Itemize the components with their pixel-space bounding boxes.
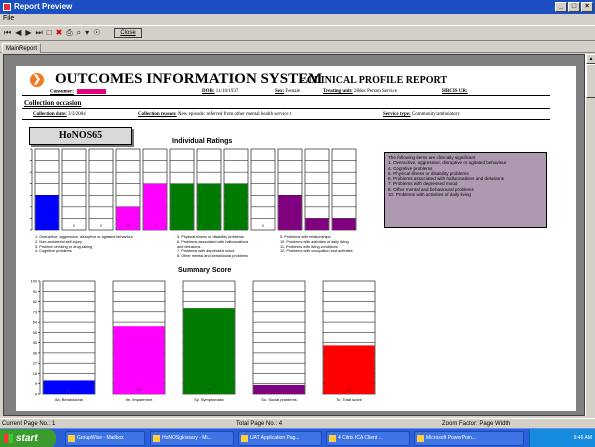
taskbar-item[interactable]: GroupWise - Mailbox bbox=[65, 431, 145, 446]
menu-bar: File bbox=[0, 14, 595, 24]
taskbar-item-label: HoNOSglossary - Mi... bbox=[162, 435, 212, 441]
consumer-field: Consumer: bbox=[50, 89, 106, 95]
legend-item: 10. Problems with activities of daily li… bbox=[388, 192, 471, 198]
word-icon bbox=[153, 435, 160, 442]
service-type-value: Community/ambulatory bbox=[411, 112, 460, 117]
dropdown-arrow-icon[interactable]: ▾ bbox=[85, 28, 89, 38]
next-page-icon[interactable]: ▶ bbox=[25, 28, 31, 38]
logo-icon: ❯ bbox=[30, 73, 44, 87]
divider bbox=[22, 95, 550, 96]
taskbar: start GroupWise - Mailbox HoNOSglossary … bbox=[0, 428, 595, 447]
taskbar-item[interactable]: UAT Application Pag... bbox=[238, 431, 322, 446]
window-title: Report Preview bbox=[14, 2, 73, 11]
chart-title-individual: Individual Ratings bbox=[172, 138, 233, 145]
collection-reason-field: Collection reason: New episode: referred… bbox=[138, 112, 291, 117]
mail-icon bbox=[68, 435, 75, 442]
unit-field: Treating unit: 28dec Person Service bbox=[323, 89, 397, 94]
export-icon[interactable]: □ bbox=[47, 28, 52, 38]
powerpoint-icon bbox=[417, 435, 424, 442]
prev-page-icon[interactable]: ◀ bbox=[15, 28, 21, 38]
windows-flag-icon bbox=[4, 434, 13, 443]
taskbar-item-label: Microsoft PowerPoin... bbox=[426, 435, 477, 441]
service-type-label: Service type: bbox=[383, 112, 411, 117]
app-icon bbox=[3, 3, 11, 11]
taskbar-item[interactable]: Microsoft PowerPoin... bbox=[414, 431, 524, 446]
divider bbox=[22, 119, 550, 120]
collection-date-label: Collection date: bbox=[33, 112, 67, 117]
maximize-button[interactable]: □ bbox=[568, 2, 580, 12]
redacted-name bbox=[76, 89, 106, 94]
taskbar-item[interactable]: 4 Citrix ICA Client ... bbox=[326, 431, 410, 446]
sex-value: Female bbox=[285, 89, 301, 94]
minimize-button[interactable]: _ bbox=[555, 2, 567, 12]
system-tray: 9:46 AM bbox=[529, 429, 595, 447]
taskbar-item-label: UAT Application Pag... bbox=[250, 435, 300, 441]
dob-field: DOB: 11/10/1937 bbox=[202, 89, 238, 94]
collection-date-field: Collection date: 3/3/2004 bbox=[33, 112, 86, 117]
hbcis-label: HBCIS UR: bbox=[442, 89, 468, 94]
window-titlebar: Report Preview _ □ × bbox=[0, 0, 595, 14]
start-label: start bbox=[16, 433, 38, 444]
clock: 9:46 AM bbox=[573, 435, 592, 441]
close-button[interactable]: Close bbox=[114, 28, 142, 38]
scroll-up-arrow-icon[interactable]: ▲ bbox=[586, 54, 595, 64]
start-button[interactable]: start bbox=[0, 429, 56, 447]
status-bar: Current Page No.: 1 Total Page No.: 4 Zo… bbox=[0, 418, 595, 428]
cancel-icon[interactable]: ✖ bbox=[56, 28, 63, 38]
citrix-icon bbox=[329, 435, 336, 442]
item-key-line: 12. Problems with occupation and activit… bbox=[280, 249, 353, 254]
taskbar-item-label: 4 Citrix ICA Client ... bbox=[338, 435, 383, 441]
section-title: Collection occasion bbox=[24, 99, 82, 107]
item-key-line: 8. Other mental and behavioural problems bbox=[177, 254, 248, 259]
report-subtitle: - CLINICAL PROFILE REPORT bbox=[301, 75, 448, 86]
unit-value: 28dec Person Service bbox=[353, 89, 397, 94]
item-key-col3: 9. Problems with relationships 10. Probl… bbox=[280, 235, 353, 254]
scroll-thumb[interactable] bbox=[586, 64, 595, 98]
toolbar: ⏮ ◀ ▶ ⏭ □ ✖ ⎙ ⌕ ▾ ☉ Close bbox=[0, 25, 595, 41]
last-page-icon[interactable]: ⏭ bbox=[36, 28, 43, 38]
hbcis-field: HBCIS UR: bbox=[442, 89, 468, 94]
report-title: OUTCOMES INFORMATION SYSTEM bbox=[55, 71, 323, 87]
close-window-button[interactable]: × bbox=[581, 2, 593, 12]
print-icon[interactable]: ⎙ bbox=[66, 28, 72, 38]
collection-date-value: 3/3/2004 bbox=[68, 112, 86, 117]
tab-mainreport[interactable]: MainReport bbox=[2, 43, 42, 53]
item-key-line: 10. Problems with activities of daily li… bbox=[280, 239, 349, 244]
unit-label: Treating unit: bbox=[323, 89, 353, 94]
item-key-col2: 5. Physical illness or disability proble… bbox=[177, 235, 248, 259]
taskbar-item[interactable]: HoNOSglossary - Mi... bbox=[150, 431, 234, 446]
browser-icon bbox=[241, 435, 248, 442]
dob-label: DOB: bbox=[202, 89, 215, 94]
tab-row: MainReport bbox=[0, 42, 595, 53]
dob-value: 11/10/1937 bbox=[215, 89, 239, 94]
item-key-col1: 1. Overactive, aggressive, disruptive or… bbox=[35, 235, 133, 254]
zoom-icon[interactable]: ⌕ bbox=[77, 28, 81, 38]
menu-file[interactable]: File bbox=[3, 15, 14, 22]
sex-label: Sex: bbox=[275, 89, 285, 94]
divider bbox=[22, 108, 550, 109]
collection-reason-value: New episode: referred from other mental … bbox=[177, 112, 292, 117]
sex-field: Sex: Female bbox=[275, 89, 300, 94]
item-key-line: 4. Cognitive problems bbox=[35, 249, 72, 254]
taskbar-item-label: GroupWise - Mailbox bbox=[77, 435, 124, 441]
vertical-scrollbar[interactable]: ▲ bbox=[585, 54, 595, 416]
first-page-icon[interactable]: ⏮ bbox=[4, 28, 11, 38]
instrument-label: HoNOS65 bbox=[29, 127, 132, 145]
search-icon[interactable]: ☉ bbox=[93, 28, 100, 38]
service-type-field: Service type: Community/ambulatory bbox=[383, 112, 460, 117]
significance-legend: The following items are clinically signi… bbox=[384, 152, 547, 228]
consumer-label: Consumer: bbox=[50, 89, 74, 95]
chart-title-summary: Summary Score bbox=[178, 267, 232, 274]
item-key-line: 6. Problems associated with hallucinatio… bbox=[177, 239, 249, 244]
collection-reason-label: Collection reason: bbox=[138, 112, 177, 117]
